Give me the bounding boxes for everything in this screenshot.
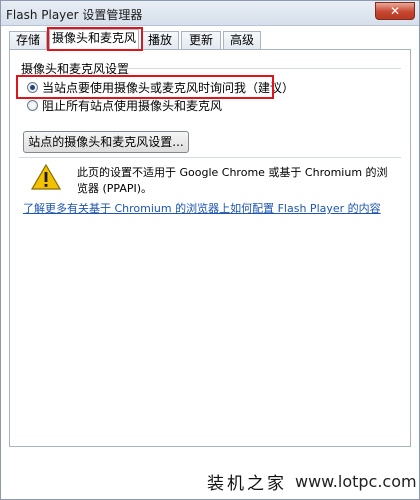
tab-advanced[interactable]: 高级 <box>223 31 261 49</box>
close-icon: ✕ <box>389 4 401 18</box>
radio-block-all[interactable]: 阻止所有站点使用摄像头和麦克风 <box>27 97 222 113</box>
tab-updates[interactable]: 更新 <box>181 31 221 49</box>
group-separator <box>119 68 401 69</box>
warning-icon <box>31 163 61 190</box>
title-bar[interactable]: Flash Player 设置管理器 ✕ <box>1 1 419 26</box>
settings-manager-window: Flash Player 设置管理器 ✕ 存储 摄像头和麦克风 播放 更新 高级… <box>0 0 420 500</box>
watermark-brand: 装机之家 <box>207 473 287 494</box>
watermark: 装机之家 www.lotpc.com <box>207 467 417 495</box>
notice-text: 此页的设置不适用于 Google Chrome 或基于 Chromium 的浏览… <box>77 166 388 195</box>
radio-button-checked[interactable] <box>27 81 38 93</box>
group-title: 摄像头和麦克风设置 <box>21 62 130 76</box>
section-divider <box>19 157 401 158</box>
watermark-url: www.lotpc.com <box>295 471 417 491</box>
radio-ask-me-label: 当站点要使用摄像头或麦克风时询问我（建议） <box>42 80 295 95</box>
tab-storage[interactable]: 存储 <box>9 31 47 49</box>
radio-block-all-label: 阻止所有站点使用摄像头和麦克风 <box>42 98 223 113</box>
tab-playback[interactable]: 播放 <box>141 31 179 49</box>
tab-camera-microphone[interactable]: 摄像头和麦克风 <box>49 29 139 50</box>
radio-button-unchecked[interactable] <box>27 99 38 111</box>
site-settings-button[interactable]: 站点的摄像头和麦克风设置... <box>23 131 189 153</box>
chromium-help-link[interactable]: 了解更多有关基于 Chromium 的浏览器上如何配置 Flash Player… <box>23 200 381 216</box>
window-title: Flash Player 设置管理器 <box>6 8 143 22</box>
close-button[interactable]: ✕ <box>375 2 415 20</box>
radio-ask-me[interactable]: 当站点要使用摄像头或麦克风时询问我（建议） <box>27 79 294 95</box>
